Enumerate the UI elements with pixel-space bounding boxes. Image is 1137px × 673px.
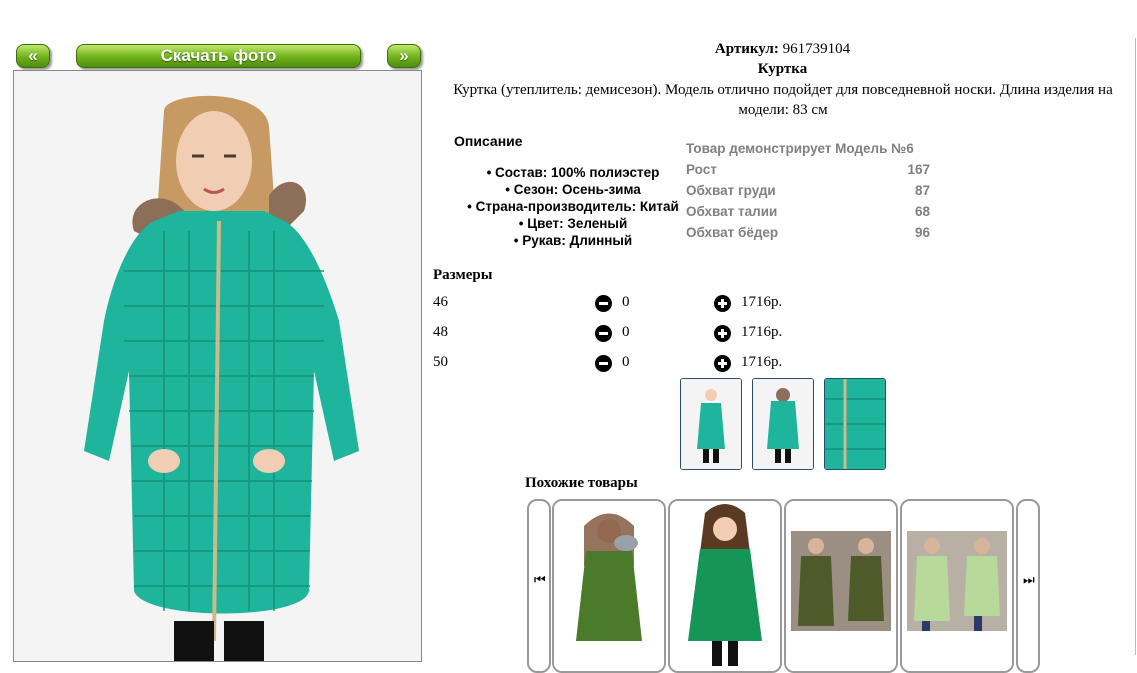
quantity-value: 0 bbox=[622, 354, 630, 370]
photo-thumbnail[interactable] bbox=[680, 378, 742, 470]
measure-label: Рост bbox=[686, 162, 717, 177]
price-value: 1716р. bbox=[741, 324, 783, 340]
details-heading: Описание bbox=[454, 133, 523, 149]
measure-value: 68 bbox=[914, 204, 930, 219]
table-row: Товар демонстрирует Модель №6 bbox=[686, 138, 934, 159]
photo-thumbnail[interactable] bbox=[824, 378, 886, 470]
quantity-value: 0 bbox=[622, 324, 630, 340]
skip-back-icon: ⏮ bbox=[534, 573, 546, 588]
sizes-heading: Размеры bbox=[433, 267, 493, 283]
article-line: Артикул: 961739104 bbox=[620, 41, 945, 58]
thumb-detail-illustration bbox=[825, 379, 885, 469]
page-right-border bbox=[1135, 38, 1136, 655]
article-value: 961739104 bbox=[782, 41, 851, 57]
size-row: 50 0 1716р. bbox=[433, 354, 813, 374]
photo-thumbnail[interactable] bbox=[752, 378, 814, 470]
carousel-prev-button[interactable]: ⏮ bbox=[527, 499, 551, 673]
similar-product-illustration bbox=[554, 501, 664, 671]
table-row: Обхват бёдер 96 bbox=[686, 222, 934, 243]
quantity-value: 0 bbox=[622, 294, 630, 310]
carousel-next-button[interactable]: ⏭ bbox=[1016, 499, 1040, 673]
measure-value: 167 bbox=[907, 162, 930, 177]
plus-icon[interactable] bbox=[714, 355, 731, 372]
download-photo-button[interactable]: Скачать фото bbox=[76, 44, 361, 68]
size-value: 46 bbox=[433, 294, 448, 310]
minus-icon[interactable] bbox=[595, 325, 612, 342]
model-heading: Товар демонстрирует Модель №6 bbox=[686, 141, 914, 156]
minus-icon[interactable] bbox=[595, 355, 612, 372]
size-value: 50 bbox=[433, 354, 448, 370]
feature-list: Состав: 100% полиэстер Сезон: Осень-зима… bbox=[440, 164, 706, 249]
size-value: 48 bbox=[433, 324, 448, 340]
feature-item: Сезон: Осень-зима bbox=[440, 181, 706, 198]
similar-product-card[interactable] bbox=[900, 499, 1014, 673]
thumb-back-illustration bbox=[753, 379, 813, 469]
next-photo-button[interactable]: » bbox=[387, 44, 421, 68]
similar-product-illustration bbox=[670, 501, 780, 671]
plus-icon[interactable] bbox=[714, 325, 731, 342]
price-value: 1716р. bbox=[741, 294, 783, 310]
size-row: 48 0 1716р. bbox=[433, 324, 813, 344]
measure-label: Обхват груди bbox=[686, 183, 776, 198]
skip-forward-icon: ⏭ bbox=[1023, 573, 1035, 588]
main-product-photo[interactable] bbox=[13, 70, 422, 662]
table-row: Рост 167 bbox=[686, 159, 934, 180]
similar-product-card[interactable] bbox=[668, 499, 782, 673]
prev-photo-button[interactable]: « bbox=[16, 44, 50, 68]
similar-product-illustration bbox=[902, 501, 1012, 671]
measure-label: Обхват талии bbox=[686, 204, 778, 219]
measure-value: 96 bbox=[914, 225, 930, 240]
feature-item: Состав: 100% полиэстер bbox=[440, 164, 706, 181]
plus-icon[interactable] bbox=[714, 295, 731, 312]
measure-value: 87 bbox=[914, 183, 930, 198]
size-row: 46 0 1716р. bbox=[433, 294, 813, 314]
product-description: Куртка (утеплитель: демисезон). Модель о… bbox=[453, 82, 1113, 118]
jacket-photo-illustration bbox=[14, 71, 421, 661]
similar-product-illustration bbox=[786, 501, 896, 671]
article-label: Артикул: bbox=[714, 41, 779, 57]
model-measurements-table: Товар демонстрирует Модель №6 Рост 167 О… bbox=[686, 138, 934, 243]
table-row: Обхват талии 68 bbox=[686, 201, 934, 222]
feature-item: Страна-производитель: Китай bbox=[440, 198, 706, 215]
price-value: 1716р. bbox=[741, 354, 783, 370]
feature-item: Цвет: Зеленый bbox=[440, 215, 706, 232]
similar-product-card[interactable] bbox=[552, 499, 666, 673]
table-row: Обхват груди 87 bbox=[686, 180, 934, 201]
similar-products-heading: Похожие товары bbox=[525, 475, 638, 491]
similar-product-card[interactable] bbox=[784, 499, 898, 673]
measure-label: Обхват бёдер bbox=[686, 225, 779, 240]
thumb-front-illustration bbox=[681, 379, 741, 469]
feature-item: Рукав: Длинный bbox=[440, 232, 706, 249]
minus-icon[interactable] bbox=[595, 295, 612, 312]
product-title: Куртка bbox=[757, 61, 808, 77]
